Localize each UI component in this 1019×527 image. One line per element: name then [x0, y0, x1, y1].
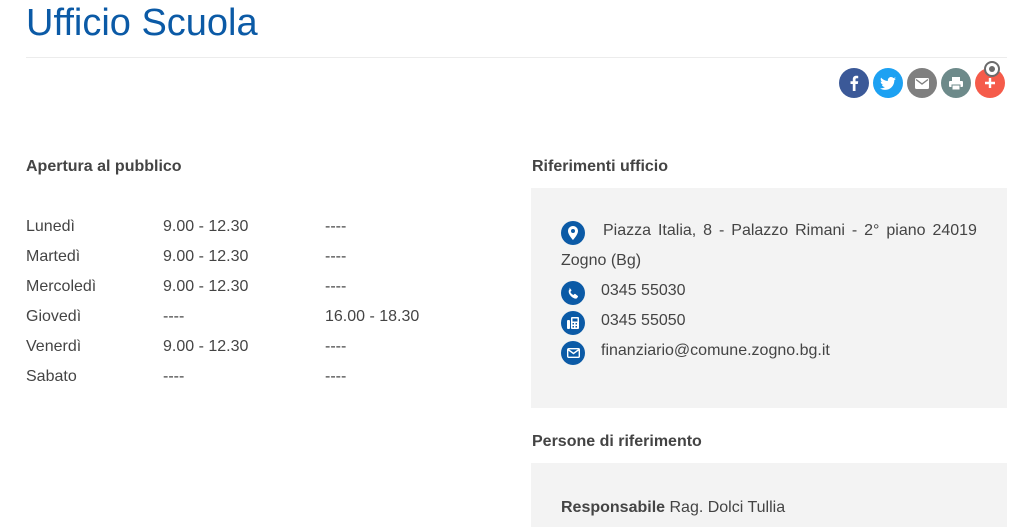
print-icon [949, 76, 963, 90]
responsible-line: Responsabile Rag. Dolci Tullia [561, 499, 785, 517]
responsible-name: Rag. Dolci Tullia [669, 499, 786, 516]
address-word: Italia, [657, 222, 697, 239]
fax-number: 0345 55050 [601, 312, 686, 329]
hours-day: Mercoledì [26, 278, 97, 295]
address-word: 8 [703, 222, 713, 239]
hours-day: Martedì [26, 248, 81, 265]
share-counter-icon [984, 61, 1000, 77]
hours-morning: ---- [163, 368, 185, 385]
address-word: Piazza [603, 222, 652, 239]
address-word: - [851, 222, 858, 239]
address-word: 2° [864, 222, 880, 239]
address-line-1: Piazza Italia, 8 - Palazzo Rimani - 2° p… [603, 222, 977, 240]
address-word: - [719, 222, 725, 239]
address-word: Rimani [795, 222, 845, 239]
hours-day: Sabato [26, 368, 77, 385]
print-share-button[interactable] [941, 68, 971, 98]
title-divider [26, 57, 1007, 58]
fax-icon [561, 311, 585, 335]
office-references-heading: Riferimenti ufficio [532, 158, 669, 175]
plus-icon [984, 77, 996, 89]
hours-morning: 9.00 - 12.30 [163, 338, 249, 355]
twitter-share-button[interactable] [873, 68, 903, 98]
page-title: Ufficio Scuola [26, 2, 258, 44]
opening-hours-heading: Apertura al pubblico [26, 158, 182, 175]
map-pin-icon [561, 221, 585, 245]
hours-afternoon: ---- [325, 278, 347, 295]
email-icon [915, 77, 929, 89]
hours-afternoon: ---- [325, 368, 347, 385]
hours-afternoon: ---- [325, 248, 347, 265]
hours-morning: 9.00 - 12.30 [163, 278, 249, 295]
hours-afternoon: ---- [325, 218, 347, 235]
address-word: 24019 [932, 222, 977, 239]
hours-afternoon: 16.00 - 18.30 [325, 308, 420, 325]
email-icon [561, 341, 585, 365]
phone-number[interactable]: 0345 55030 [601, 282, 686, 300]
phone-icon [561, 281, 585, 305]
email-link[interactable]: finanziario@comune.zogno.bg.it [601, 342, 830, 360]
contact-persons-box: Responsabile Rag. Dolci Tullia [531, 463, 1007, 527]
responsible-label: Responsabile [561, 499, 666, 516]
hours-morning: 9.00 - 12.30 [163, 218, 249, 235]
hours-afternoon: ---- [325, 338, 347, 355]
address-word: piano [886, 222, 926, 239]
facebook-share-button[interactable] [839, 68, 869, 98]
hours-day: Venerdì [26, 338, 82, 355]
hours-day: Lunedì [26, 218, 75, 235]
office-contacts-box: Piazza Italia, 8 - Palazzo Rimani - 2° p… [531, 188, 1007, 408]
address-line-2: Zogno (Bg) [561, 252, 642, 269]
hours-morning: ---- [163, 308, 185, 325]
hours-morning: 9.00 - 12.30 [163, 248, 249, 265]
twitter-icon [880, 76, 896, 90]
email-share-button[interactable] [907, 68, 937, 98]
address-word: Palazzo [731, 222, 789, 239]
facebook-icon [849, 75, 859, 91]
hours-day: Giovedì [26, 308, 82, 325]
contact-persons-heading: Persone di riferimento [532, 433, 702, 450]
